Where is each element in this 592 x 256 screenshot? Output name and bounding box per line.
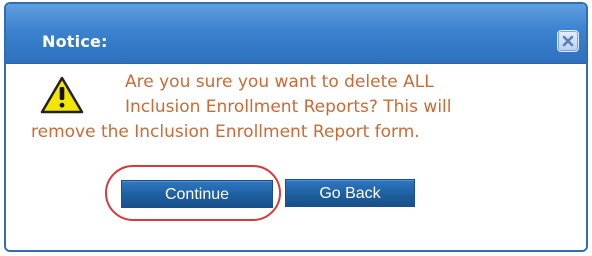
dialog-body: Are you sure you want to delete ALL Incl… [6, 64, 586, 250]
continue-button[interactable]: Continue [121, 180, 273, 208]
notice-dialog: Notice: Are you sure you want to delete … [4, 2, 588, 252]
screenshot-canvas: Notice: Are you sure you want to delete … [0, 0, 592, 256]
go-back-button[interactable]: Go Back [285, 179, 415, 207]
close-button[interactable] [557, 30, 579, 52]
warning-message: Are you sure you want to delete ALL Incl… [31, 70, 579, 145]
dialog-title-bar: Notice: [6, 4, 586, 64]
warning-message-line-2: Inclusion Enrollment Reports? This will [125, 97, 452, 117]
warning-message-line-3: remove the Inclusion Enrollment Report f… [31, 122, 420, 142]
close-icon [562, 35, 574, 47]
dialog-title: Notice: [42, 32, 108, 51]
warning-message-line-1: Are you sure you want to delete ALL [125, 72, 434, 92]
